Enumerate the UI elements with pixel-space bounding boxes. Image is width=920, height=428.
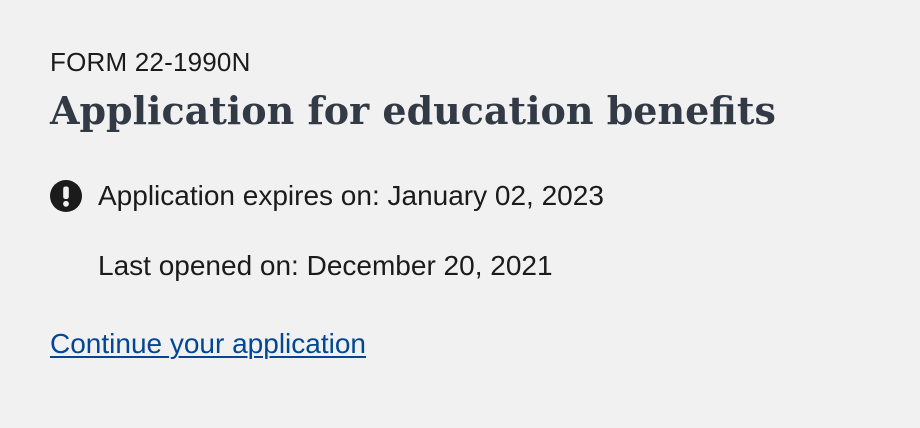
application-card: FORM 22-1990N Application for education … [0,0,920,428]
expiration-status: Application expires on: January 02, 2023 [50,178,870,214]
form-title: Application for education benefits [50,88,776,133]
form-number: FORM 22-1990N [50,47,251,77]
exclamation-circle-icon [50,180,82,212]
continue-application-link[interactable]: Continue your application [50,326,366,362]
last-opened-text: Last opened on: December 20, 2021 [98,250,553,281]
expiration-text: Application expires on: January 02, 2023 [98,180,604,211]
